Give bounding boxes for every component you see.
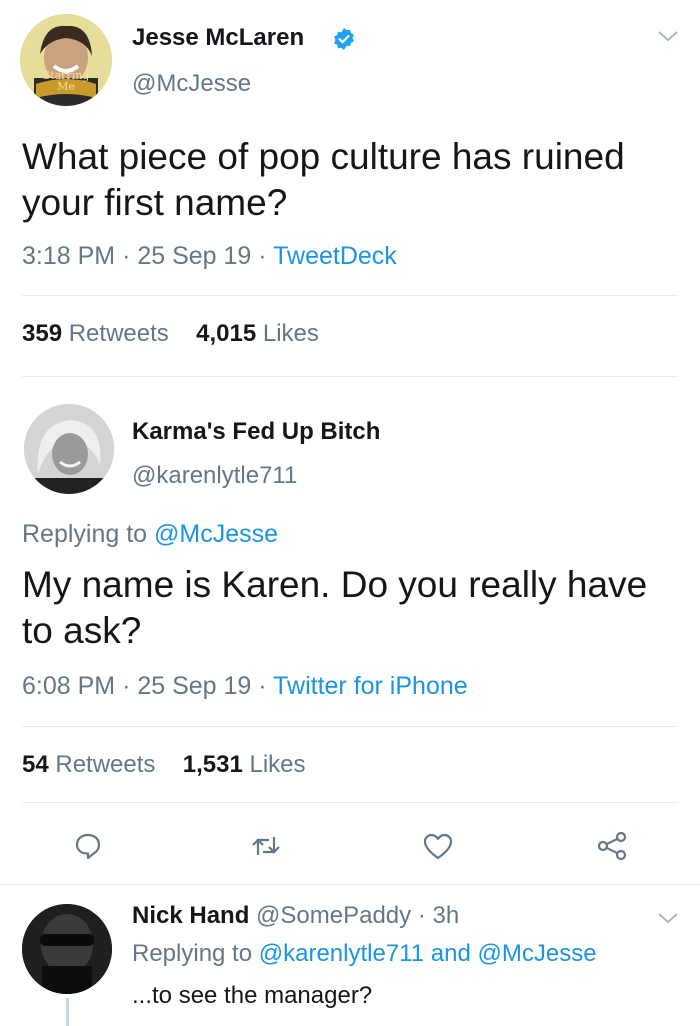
tweet1-time[interactable]: 3:18 PM — [22, 242, 115, 270]
like-button[interactable] — [418, 826, 458, 866]
mention-link[interactable]: @karenlytle711 — [259, 940, 424, 967]
tweet2-text: My name is Karen. Do you really have to … — [22, 564, 648, 651]
avatar-badge: Starring Me — [42, 69, 90, 93]
chevron-down-icon[interactable] — [656, 910, 680, 926]
tweet1-meta: 3:18 PM · 25 Sep 19 · TweetDeck — [22, 242, 397, 270]
avatar-karen[interactable] — [24, 404, 114, 494]
tweet2-meta: 6:08 PM · 25 Sep 19 · Twitter for iPhone — [22, 672, 468, 700]
tweet1-date[interactable]: 25 Sep 19 — [137, 242, 251, 270]
tweet1-source[interactable]: TweetDeck — [273, 242, 397, 270]
divider — [22, 295, 678, 296]
divider — [22, 802, 678, 803]
chevron-down-icon[interactable] — [656, 28, 680, 44]
reply-thread-line — [66, 998, 69, 1026]
tweet1-display-name[interactable]: Jesse McLaren — [132, 24, 304, 52]
mention-link[interactable]: @McJesse — [477, 940, 596, 967]
tweet2-likes[interactable]: 1,531 Likes — [183, 751, 306, 778]
tweet2-replying-to: Replying to @McJesse — [22, 520, 279, 548]
share-icon — [597, 831, 627, 861]
reply-header: Nick Hand @SomePaddy · 3h — [132, 902, 460, 929]
tweet2-stats: 54 Retweets 1,531 Likes — [22, 751, 306, 779]
mention-link[interactable]: @McJesse — [154, 520, 278, 548]
section-divider — [0, 884, 700, 885]
like-icon — [423, 833, 453, 860]
tweet2-handle[interactable]: @karenlytle711 — [132, 462, 297, 490]
divider — [22, 376, 678, 377]
reply-display-name[interactable]: Nick Hand — [132, 902, 249, 929]
reply-replying-to: Replying to @karenlytle711 and @McJesse — [132, 940, 597, 967]
tweet2-source[interactable]: Twitter for iPhone — [273, 672, 468, 700]
tweet2-display-name[interactable]: Karma's Fed Up Bitch — [132, 418, 380, 446]
tweet1-handle[interactable]: @McJesse — [132, 70, 251, 98]
tweet1-stats: 359 Retweets 4,015 Likes — [22, 320, 319, 348]
tweet2-time[interactable]: 6:08 PM — [22, 672, 115, 700]
tweet1-text: What piece of pop culture has ruined you… — [22, 136, 625, 223]
retweet-button[interactable] — [246, 826, 286, 866]
reply-icon — [75, 833, 101, 860]
retweet-icon — [252, 837, 280, 855]
tweet1-likes[interactable]: 4,015 Likes — [196, 320, 319, 347]
tweet1-retweets[interactable]: 359 Retweets — [22, 320, 169, 347]
tweet2-date[interactable]: 25 Sep 19 — [137, 672, 251, 700]
tweet2-retweets[interactable]: 54 Retweets — [22, 751, 155, 778]
divider — [22, 726, 678, 727]
reply-text: ...to see the manager? — [132, 982, 373, 1009]
avatar-nick[interactable] — [22, 904, 112, 994]
reply-age[interactable]: 3h — [433, 902, 460, 929]
share-button[interactable] — [592, 826, 632, 866]
reply-handle[interactable]: @SomePaddy — [256, 902, 411, 929]
reply-button[interactable] — [68, 826, 108, 866]
verified-badge-icon — [334, 28, 354, 50]
